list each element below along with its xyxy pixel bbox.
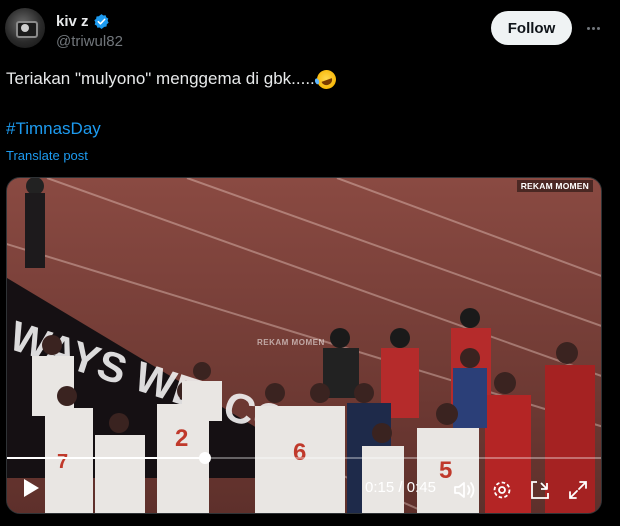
post-text: Teriakan "mulyono" menggema di gbk..... bbox=[6, 66, 339, 92]
fullscreen-icon[interactable] bbox=[565, 478, 591, 502]
svg-text:5: 5 bbox=[439, 457, 452, 484]
follow-button[interactable]: Follow bbox=[491, 11, 572, 45]
rolling-laughing-emoji-icon bbox=[314, 66, 339, 92]
author-avatar[interactable] bbox=[5, 8, 45, 48]
svg-text:6: 6 bbox=[293, 439, 306, 466]
hashtag-link[interactable]: #TimnasDay bbox=[6, 119, 101, 139]
more-options-icon[interactable] bbox=[582, 17, 604, 39]
author-name-row[interactable]: kiv z bbox=[56, 11, 110, 31]
duration: 0:45 bbox=[406, 479, 436, 496]
progress-handle[interactable] bbox=[198, 452, 211, 464]
play-icon[interactable] bbox=[19, 476, 43, 500]
progress-fill bbox=[7, 457, 205, 459]
author-display-name[interactable]: kiv z bbox=[56, 13, 89, 30]
settings-icon[interactable] bbox=[489, 478, 515, 502]
svg-text:7: 7 bbox=[57, 451, 68, 473]
current-time: 0:15 bbox=[365, 479, 395, 496]
watermark-top: REKAM MOMEN bbox=[516, 180, 593, 192]
translate-post-link[interactable]: Translate post bbox=[6, 148, 88, 163]
video-time: 0:15 / 0:45 bbox=[365, 479, 436, 496]
svg-text:2: 2 bbox=[175, 425, 188, 452]
watermark-center: REKAM MOMEN bbox=[257, 338, 325, 347]
verified-badge-icon bbox=[93, 13, 109, 29]
volume-icon[interactable] bbox=[452, 478, 478, 502]
video-progress-bar[interactable] bbox=[7, 452, 601, 464]
video-player[interactable]: WAYS WELCOM 2 6 5 7 REKAM MOMEN REKAM MO… bbox=[6, 177, 602, 514]
post-body: Teriakan "mulyono" menggema di gbk..... bbox=[6, 69, 315, 88]
author-handle[interactable]: @triwul82 bbox=[56, 33, 123, 50]
picture-in-picture-icon[interactable] bbox=[527, 478, 553, 502]
